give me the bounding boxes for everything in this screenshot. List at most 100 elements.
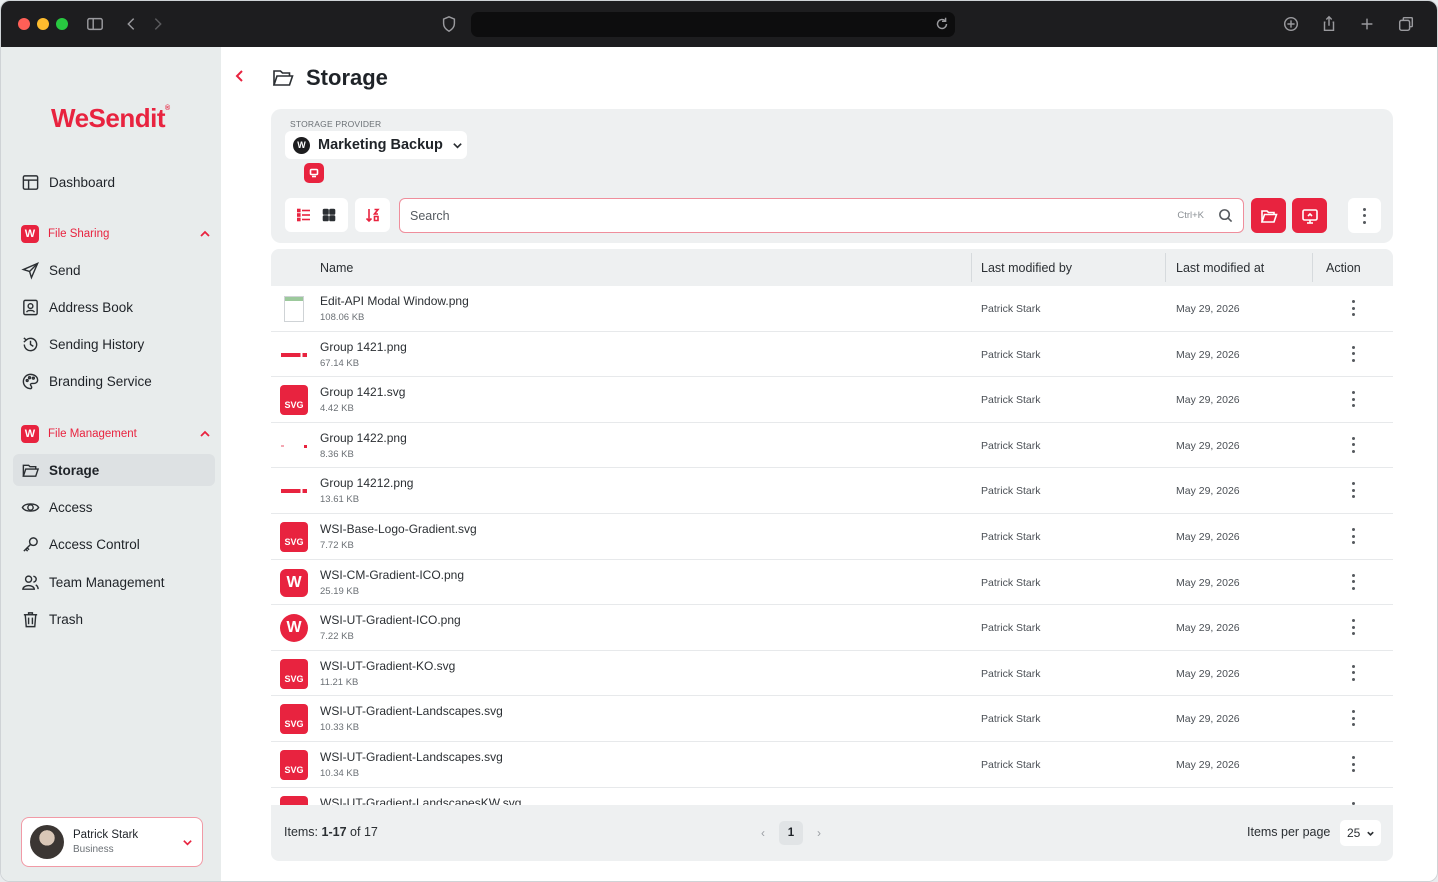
svg-file-icon: SVG xyxy=(280,522,308,552)
grid-view-icon[interactable] xyxy=(321,207,337,223)
close-window-button[interactable] xyxy=(18,18,30,30)
palette-icon xyxy=(22,373,39,389)
file-name[interactable]: Group 1421.png xyxy=(320,340,407,354)
sidebar-item-team-management[interactable]: Team Management xyxy=(13,566,215,598)
address-bar[interactable] xyxy=(471,12,955,37)
file-name[interactable]: WSI-UT-Gradient-Landscapes.svg xyxy=(320,750,503,764)
sidebar-item-storage[interactable]: Storage xyxy=(13,454,215,486)
file-name[interactable]: Group 1421.svg xyxy=(320,385,405,399)
new-tab-icon[interactable] xyxy=(1356,13,1378,35)
table-row[interactable]: SVG WSI-UT-Gradient-KO.svg 11.21 KB Patrick… xyxy=(271,651,1393,697)
sort-button[interactable] xyxy=(355,198,390,232)
column-header-name[interactable]: Name xyxy=(320,249,353,286)
user-name: Patrick Stark xyxy=(73,829,139,841)
sidebar-item-label: Dashboard xyxy=(49,174,116,190)
table-row[interactable]: W WSI-CM-Gradient-ICO.png 25.19 KB Patrick … xyxy=(271,560,1393,606)
last-modified-at: May 29, 2026 xyxy=(1176,531,1240,543)
row-action-menu-icon[interactable] xyxy=(1349,619,1357,636)
last-modified-by: Patrick Stark xyxy=(981,439,1041,452)
shield-icon[interactable] xyxy=(438,13,460,35)
sidebar-item-trash[interactable]: Trash xyxy=(13,603,215,635)
items-count: Items: 1-17 of 17 xyxy=(284,825,378,839)
browser-back-icon[interactable] xyxy=(120,13,142,35)
file-name[interactable]: Edit-API Modal Window.png xyxy=(320,294,469,308)
file-name[interactable]: WSI-UT-Gradient-LandscapesKW.svg xyxy=(320,796,521,805)
last-modified-at: May 29, 2026 xyxy=(1176,713,1240,726)
table-row[interactable]: SVG WSI-UT-Gradient-LandscapesKW.svg xyxy=(271,788,1393,805)
table-row[interactable]: Group 1422.png 8.36 KB Patrick Stark May 29… xyxy=(271,423,1393,469)
section-file-sharing[interactable]: W File Sharing xyxy=(21,223,211,245)
file-name[interactable]: WSI-UT-Gradient-Landscapes.svg xyxy=(320,704,503,718)
user-menu[interactable]: Patrick Stark Business xyxy=(21,817,203,867)
sidebar-item-send[interactable]: Send xyxy=(13,254,215,286)
file-name[interactable]: WSI-Base-Logo-Gradient.svg xyxy=(320,522,477,536)
address-book-icon xyxy=(23,299,38,315)
storage-toolbar-panel: STORAGE PROVIDER W Marketing Backup Sear… xyxy=(271,109,1393,243)
file-name[interactable]: WSI-CM-Gradient-ICO.png xyxy=(320,568,464,582)
share-icon[interactable] xyxy=(1318,13,1340,35)
sidebar-item-branding-service[interactable]: Branding Service xyxy=(13,365,215,397)
table-row[interactable]: SVG WSI-UT-Gradient-Landscapes.svg 10.34 K… xyxy=(271,742,1393,788)
more-options-button[interactable] xyxy=(1348,198,1381,233)
brand-logo[interactable]: WeSendit® xyxy=(51,103,170,134)
table-row[interactable]: W WSI-UT-Gradient-ICO.png 7.22 KB Patrick S… xyxy=(271,605,1393,651)
sidebar-item-dashboard[interactable]: Dashboard xyxy=(13,166,215,198)
sidebar-item-address-book[interactable]: Address Book xyxy=(13,291,215,323)
sidebar-item-label: Branding Service xyxy=(49,373,152,389)
items-per-page-select[interactable]: 25 xyxy=(1340,820,1381,846)
table-header: Name Last modified by Last modified at A… xyxy=(271,249,1393,286)
column-header-last-modified-at[interactable]: Last modified at xyxy=(1176,249,1264,286)
upload-device-button[interactable] xyxy=(1292,198,1327,233)
chevron-up-icon xyxy=(200,430,210,437)
section-file-management[interactable]: W File Management xyxy=(21,423,211,445)
file-name[interactable]: Group 1422.png xyxy=(320,431,407,445)
row-action-menu-icon[interactable] xyxy=(1349,300,1357,316)
file-name[interactable]: Group 14212.png xyxy=(320,476,413,490)
list-view-icon[interactable] xyxy=(296,207,312,223)
browser-forward-icon[interactable] xyxy=(147,13,169,35)
row-action-menu-icon[interactable] xyxy=(1349,436,1357,453)
sidebar-item-access-control[interactable]: Access Control xyxy=(13,528,215,560)
row-action-menu-icon[interactable] xyxy=(1349,756,1357,772)
file-thumbnail: SVG xyxy=(279,522,309,552)
sidebar-item-sending-history[interactable]: Sending History xyxy=(13,328,215,360)
file-name[interactable]: WSI-UT-Gradient-ICO.png xyxy=(320,613,461,627)
prev-page-button[interactable]: ‹ xyxy=(761,826,765,840)
maximize-window-button[interactable] xyxy=(56,18,68,30)
table-row[interactable]: Group 14212.png 13.61 KB Patrick Stark May … xyxy=(271,468,1393,514)
tab-overview-icon[interactable] xyxy=(1395,13,1417,35)
back-arrow-icon[interactable] xyxy=(233,69,247,83)
sidebar-toggle-icon[interactable] xyxy=(84,13,106,35)
row-action-menu-icon[interactable] xyxy=(1349,345,1357,362)
table-row[interactable]: SVG Group 1421.svg 4.42 KB Patrick Stark May… xyxy=(271,377,1393,423)
file-name[interactable]: WSI-UT-Gradient-KO.svg xyxy=(320,659,455,673)
view-toggle-group xyxy=(285,198,348,232)
row-action-menu-icon[interactable] xyxy=(1349,482,1357,499)
items-prefix: Items: xyxy=(284,825,319,839)
row-action-menu-icon[interactable] xyxy=(1349,664,1357,681)
storage-provider-select[interactable]: W Marketing Backup xyxy=(285,131,467,159)
row-action-menu-icon[interactable] xyxy=(1349,528,1357,544)
minimize-window-button[interactable] xyxy=(37,18,49,30)
download-icon[interactable] xyxy=(1280,13,1302,35)
upload-folder-button[interactable] xyxy=(1251,198,1286,233)
row-action-menu-icon[interactable] xyxy=(1349,391,1357,408)
search-input[interactable]: Search Ctrl+K xyxy=(399,198,1244,233)
table-row[interactable]: Group 1421.png 67.14 KB Patrick Stark May 2… xyxy=(271,332,1393,378)
table-row[interactable]: Edit-API Modal Window.png 108.06 KB Patric… xyxy=(271,286,1393,332)
row-action-menu-icon[interactable] xyxy=(1349,573,1357,590)
provider-tag-button[interactable] xyxy=(304,163,324,183)
file-thumbnail xyxy=(279,340,309,370)
sidebar-item-label: Sending History xyxy=(49,336,145,352)
folder-open-icon xyxy=(272,70,294,86)
table-row[interactable]: SVG WSI-UT-Gradient-Landscapes.svg 10.33 K… xyxy=(271,696,1393,742)
column-header-last-modified-by[interactable]: Last modified by xyxy=(981,249,1072,286)
last-modified-by: Patrick Stark xyxy=(981,759,1041,771)
next-page-button[interactable]: › xyxy=(817,826,821,840)
table-row[interactable]: SVG WSI-Base-Logo-Gradient.svg 7.72 KB Patr… xyxy=(271,514,1393,560)
row-action-menu-icon[interactable] xyxy=(1349,710,1357,727)
page-number-current[interactable]: 1 xyxy=(779,821,803,845)
sidebar-item-access[interactable]: Access xyxy=(13,491,215,523)
kebab-menu-icon xyxy=(1361,207,1369,224)
reload-icon[interactable] xyxy=(931,13,953,35)
